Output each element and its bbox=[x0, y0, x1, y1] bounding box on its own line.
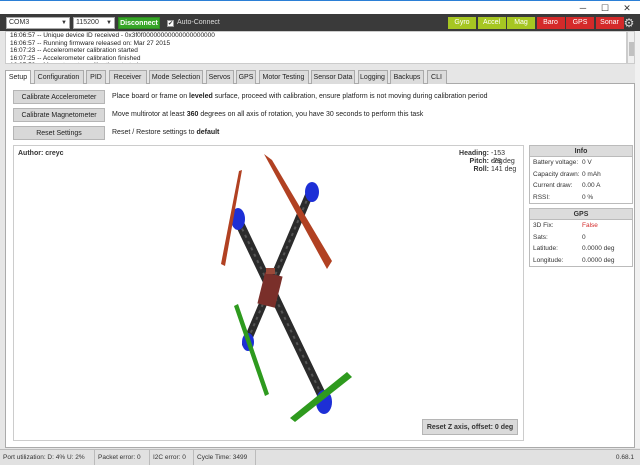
minimize-button[interactable]: ─ bbox=[572, 2, 594, 14]
model-view: Author: creyc Heading: -153 deg Pitch: -78 … bbox=[13, 145, 524, 441]
auto-connect-label: Auto-Connect bbox=[177, 19, 220, 26]
tab-receiver[interactable]: Receiver bbox=[108, 70, 147, 84]
sensor-indicator-accel: Accel bbox=[477, 17, 506, 29]
calibrate-magnetometer-button[interactable]: Calibrate Magnetometer bbox=[13, 108, 105, 122]
log-line: 16:07:50 -- Magnetometer calibration sta… bbox=[10, 62, 622, 63]
tab-setup[interactable]: Setup bbox=[5, 70, 31, 85]
tab-motor-testing[interactable]: Motor Testing bbox=[258, 70, 309, 84]
tab-backups[interactable]: Backups bbox=[390, 70, 424, 84]
propeller bbox=[264, 154, 332, 269]
propeller bbox=[290, 372, 352, 422]
calibrate-magnetometer-description: Move multirotor at least 360 degrees on … bbox=[112, 111, 424, 118]
motor bbox=[305, 182, 319, 202]
gps-row-label: 3D Fix: bbox=[533, 222, 554, 229]
propeller bbox=[234, 304, 269, 396]
port-value: COM3 bbox=[9, 19, 30, 26]
sensor-indicator-gps: GPS bbox=[566, 17, 594, 29]
gps-panel: GPS 3D Fix: False Sats: 0 Latitude: 0.0000 de… bbox=[529, 208, 633, 267]
disconnect-button[interactable]: Disconnect bbox=[118, 17, 160, 29]
tab-pid[interactable]: PID bbox=[86, 70, 106, 84]
setup-panel: Calibrate Accelerometer Place board or f… bbox=[5, 84, 635, 448]
info-row-label: Battery voltage: bbox=[533, 159, 579, 166]
info-row: RSSI: 0 % bbox=[530, 192, 632, 204]
reset-settings-button[interactable]: Reset Settings bbox=[13, 126, 105, 140]
close-button[interactable]: ✕ bbox=[616, 2, 638, 14]
app-version: 0.68.1 bbox=[615, 454, 634, 461]
gps-row: 3D Fix: False bbox=[530, 220, 632, 232]
port-utilization: Port utilization: D: 4% U: 2% bbox=[0, 450, 95, 465]
tab-mode-selection[interactable]: Mode Selection bbox=[149, 70, 203, 84]
tab-bar: Setup Configuration PID Receiver Mode Select… bbox=[5, 69, 635, 85]
info-row: Capacity drawn: 0 mAh bbox=[530, 169, 632, 181]
tab-cli[interactable]: CLI bbox=[426, 70, 447, 84]
sensor-indicator-mag: Mag bbox=[507, 17, 535, 29]
i2c-error: I2C error: 0 bbox=[150, 450, 194, 465]
reset-settings-description: Reset / Restore settings to default bbox=[112, 129, 220, 136]
auto-connect-toggle[interactable]: ✔ Auto-Connect bbox=[167, 18, 220, 28]
calibrate-accelerometer-button[interactable]: Calibrate Accelerometer bbox=[13, 90, 105, 104]
tab-gps[interactable]: GPS bbox=[236, 70, 256, 84]
info-row-value: 0 % bbox=[582, 193, 594, 201]
gps-row-value: False bbox=[582, 222, 598, 229]
page-scrollbar[interactable] bbox=[635, 31, 640, 448]
gps-row-label: Latitude: bbox=[533, 245, 558, 252]
log-scrollbar[interactable] bbox=[627, 31, 635, 64]
gps-row-value: 0.0000 deg bbox=[582, 256, 615, 264]
window-titlebar: ─ ☐ ✕ bbox=[0, 0, 640, 14]
gear-icon[interactable]: ⚙ bbox=[622, 16, 636, 30]
info-row: Current draw: 0.00 A bbox=[530, 180, 632, 192]
chevron-down-icon: ▼ bbox=[61, 20, 67, 26]
tab-sensor-data[interactable]: Sensor Data bbox=[311, 70, 355, 84]
info-row-label: Capacity drawn: bbox=[533, 170, 580, 178]
baud-value: 115200 bbox=[76, 19, 99, 26]
fc-board bbox=[266, 268, 275, 274]
baud-select[interactable]: 115200 ▼ bbox=[73, 17, 115, 29]
gps-row-value: 0.0000 deg bbox=[582, 245, 615, 252]
reset-z-axis-button[interactable]: Reset Z axis, offset: 0 deg bbox=[422, 419, 518, 435]
quadcopter-model bbox=[221, 154, 352, 422]
chevron-down-icon: ▼ bbox=[106, 20, 112, 26]
top-toolbar: COM3 ▼ 115200 ▼ Disconnect ✔ Auto-Connect… bbox=[0, 14, 640, 31]
log-line: 16:06:57 -- Running firmware released on… bbox=[10, 39, 171, 47]
calibrate-accelerometer-description: Place board or frame on leveled surface,… bbox=[112, 93, 488, 100]
gps-row-label: Longitude: bbox=[533, 256, 564, 264]
info-row: Battery voltage: 0 V bbox=[530, 157, 632, 169]
info-row-label: Current draw: bbox=[533, 182, 573, 189]
gps-row: Longitude: 0.0000 deg bbox=[530, 255, 632, 267]
info-panel: Info Battery voltage: 0 V Capacity drawn: 0… bbox=[529, 145, 633, 204]
info-row-value: 0 mAh bbox=[582, 170, 601, 178]
status-bar: Port utilization: D: 4% U: 2% Packet err… bbox=[0, 449, 640, 465]
sensor-indicator-gyro: Gyro bbox=[448, 17, 476, 29]
info-row-value: 0 V bbox=[582, 159, 592, 166]
info-row-label: RSSI: bbox=[533, 193, 550, 201]
packet-error: Packet error: 0 bbox=[95, 450, 150, 465]
port-select[interactable]: COM3 ▼ bbox=[6, 17, 70, 29]
tab-configuration[interactable]: Configuration bbox=[33, 70, 84, 84]
info-title: Info bbox=[530, 146, 632, 157]
log-line: 16:06:57 -- Unique device ID received - … bbox=[10, 32, 215, 39]
sensor-indicator-sonar: Sonar bbox=[595, 17, 624, 29]
maximize-button[interactable]: ☐ bbox=[594, 2, 616, 14]
checkbox-icon[interactable]: ✔ bbox=[167, 20, 174, 27]
gps-row: Sats: 0 bbox=[530, 232, 632, 244]
sensor-indicator-baro: Baro bbox=[536, 17, 565, 29]
cycle-time: Cycle Time: 3499 bbox=[194, 450, 256, 465]
gps-title: GPS bbox=[530, 209, 632, 220]
tab-logging[interactable]: Logging bbox=[357, 70, 388, 84]
gps-row-value: 0 bbox=[582, 233, 586, 241]
scrollbar-thumb[interactable] bbox=[629, 42, 634, 56]
info-row-value: 0.00 A bbox=[582, 182, 601, 189]
console-log: 16:06:57 -- Unique device ID received - … bbox=[5, 31, 627, 64]
gps-row-label: Sats: bbox=[533, 233, 548, 241]
tab-servos[interactable]: Servos bbox=[205, 70, 234, 84]
gps-row: Latitude: 0.0000 deg bbox=[530, 243, 632, 255]
log-line: 16:07:23 -- Accelerometer calibration st… bbox=[10, 47, 138, 55]
log-line: 16:07:25 -- Accelerometer calibration fi… bbox=[10, 54, 141, 62]
